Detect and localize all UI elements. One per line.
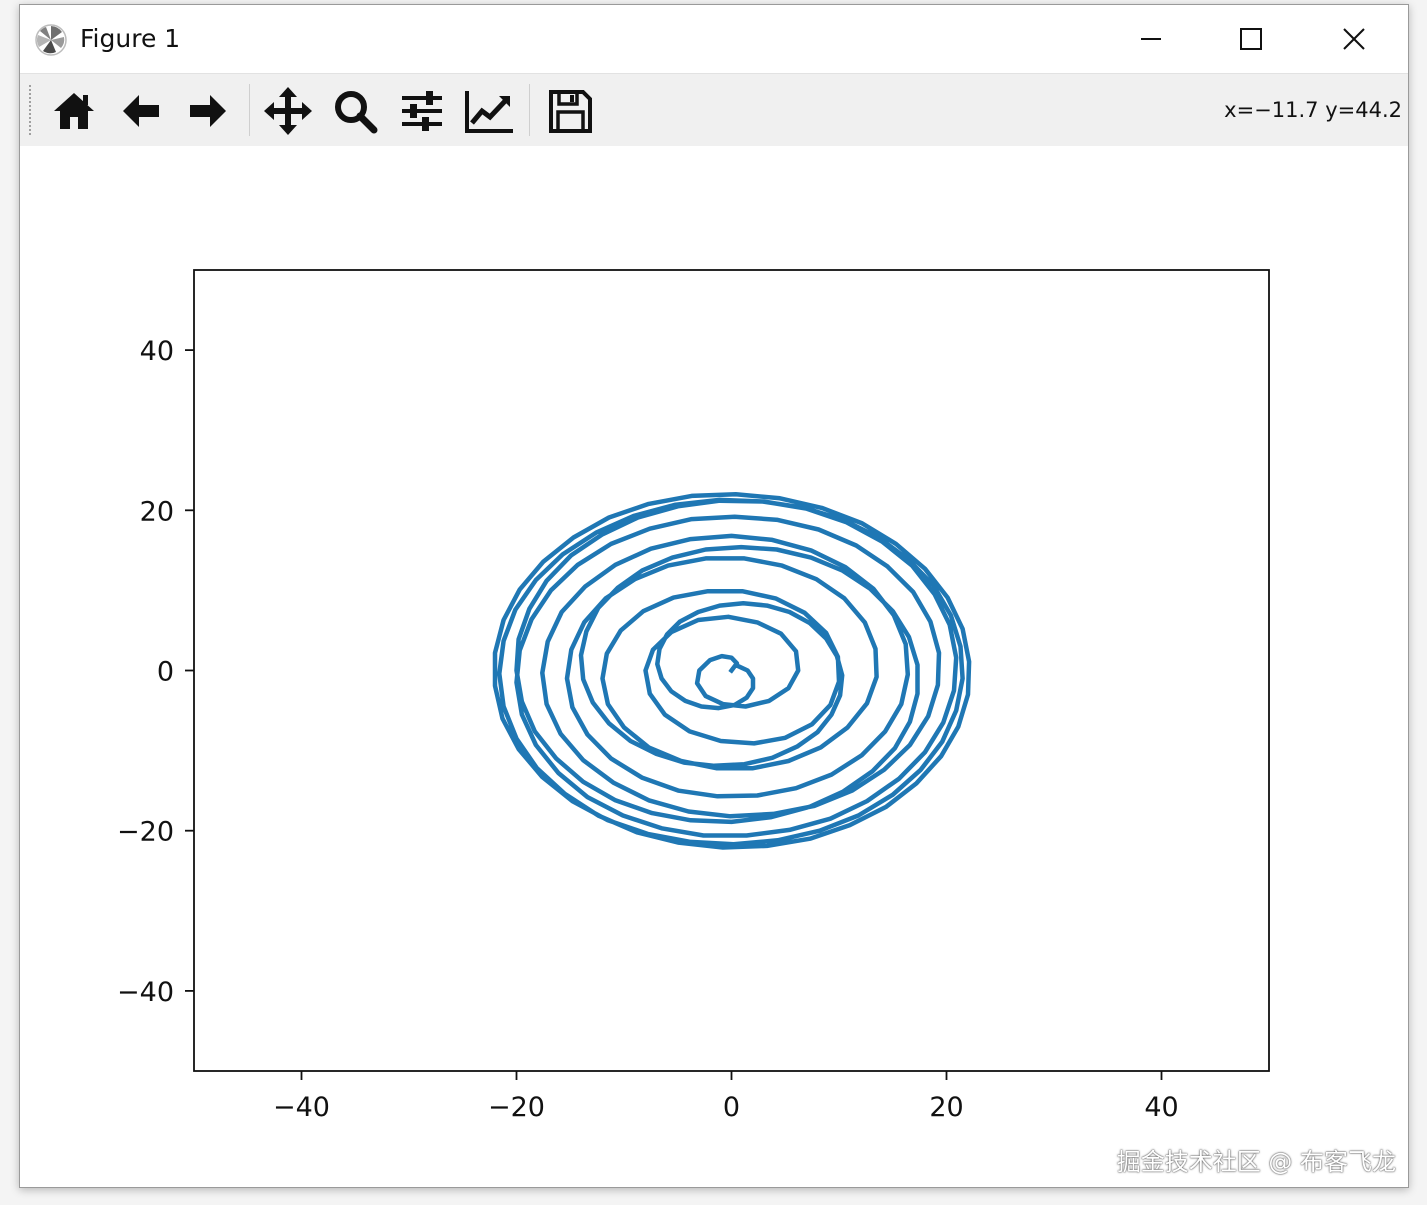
close-button[interactable]	[1304, 5, 1404, 73]
matplotlib-icon	[35, 24, 67, 56]
configure-subplots-button[interactable]	[393, 82, 451, 140]
x-tick-label: 20	[929, 1092, 963, 1123]
y-tick-label: 20	[140, 496, 174, 527]
floppy-disk-icon	[549, 90, 592, 133]
pan-button[interactable]	[259, 82, 317, 140]
window-title: Figure 1	[80, 24, 181, 53]
toolbar-separator	[529, 84, 530, 136]
toolbar-grip[interactable]	[28, 84, 32, 136]
close-icon	[1343, 28, 1365, 50]
y-tick-label: −40	[117, 977, 174, 1008]
tick-layer: −40 −20 0 20 40 −40 −20 0 20 40	[117, 336, 1179, 1123]
series-layer	[492, 492, 972, 850]
save-button[interactable]	[541, 82, 599, 140]
home-icon	[54, 93, 94, 129]
maximize-icon	[1240, 28, 1262, 50]
magnifier-icon	[335, 91, 378, 134]
navigation-toolbar: x=−11.7 y=44.2	[20, 73, 1408, 147]
y-tick-label: 40	[140, 336, 174, 367]
sliders-icon	[402, 91, 442, 131]
x-tick-label: −20	[488, 1092, 545, 1123]
home-button[interactable]	[45, 82, 103, 140]
figure-canvas[interactable]: −40 −20 0 20 40 −40 −20 0 20 40 掘金技术社区 @ 布客飞龙	[20, 146, 1408, 1187]
x-tick-label: 40	[1144, 1092, 1178, 1123]
minimize-icon	[1141, 38, 1161, 40]
toolbar-separator	[249, 84, 250, 136]
y-tick-label: −20	[117, 817, 174, 848]
x-tick-label: −40	[273, 1092, 330, 1123]
zoom-button[interactable]	[326, 82, 384, 140]
spiral-series-line	[492, 492, 972, 850]
figure-window: Figure 1 x=−11.7 y=44.2 −40 −20 0 20 40 …	[19, 4, 1409, 1188]
move-icon	[264, 87, 312, 135]
edit-axis-button[interactable]	[460, 82, 518, 140]
back-button[interactable]	[112, 82, 170, 140]
maximize-button[interactable]	[1201, 5, 1301, 73]
arrow-right-icon	[190, 95, 226, 127]
line-chart-icon	[465, 91, 513, 133]
watermark-text: 掘金技术社区 @ 布客飞龙	[1116, 1148, 1396, 1176]
minimize-button[interactable]	[1101, 5, 1201, 73]
plot-svg[interactable]: −40 −20 0 20 40 −40 −20 0 20 40	[20, 146, 1408, 1187]
title-bar[interactable]: Figure 1	[20, 5, 1408, 73]
cursor-coordinates: x=−11.7 y=44.2	[1224, 98, 1402, 122]
forward-button[interactable]	[179, 82, 237, 140]
x-tick-label: 0	[723, 1092, 740, 1123]
arrow-left-icon	[123, 95, 159, 127]
y-tick-label: 0	[157, 657, 174, 688]
